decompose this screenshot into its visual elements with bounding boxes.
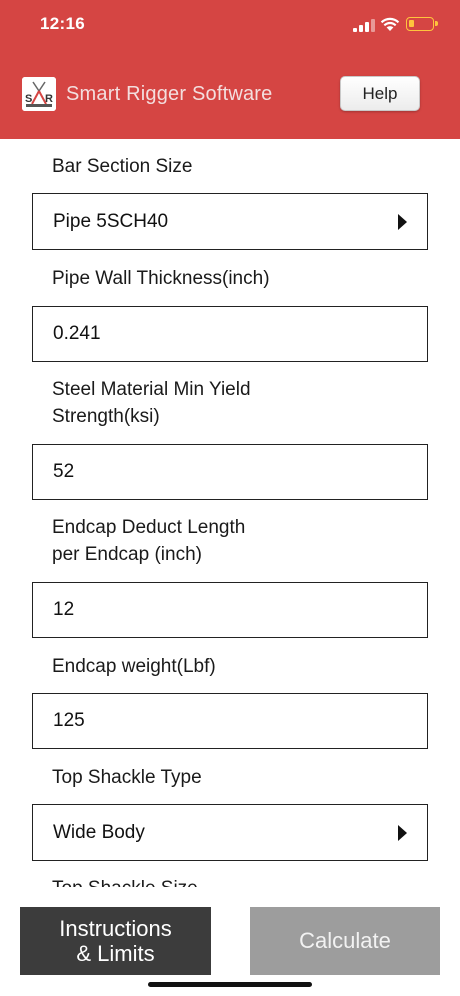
bar-section-size-value: Pipe 5SCH40 <box>53 210 169 232</box>
endcap-deduct-label: Endcap Deduct Length per Endcap (inch) <box>52 514 245 568</box>
steel-yield-label-line1: Steel Material Min Yield <box>52 379 251 400</box>
cellular-signal-icon <box>353 19 375 32</box>
endcap-deduct-value: 12 <box>53 599 75 620</box>
endcap-weight-label: Endcap weight(Lbf) <box>52 656 216 677</box>
bar-section-size-label: Bar Section Size <box>52 156 193 177</box>
help-button[interactable]: Help <box>340 76 420 111</box>
instructions-limits-button[interactable]: Instructions & Limits <box>20 907 211 975</box>
steel-yield-input[interactable]: 52 <box>32 444 428 500</box>
wifi-icon <box>380 17 400 31</box>
pipe-wall-thickness-value: 0.241 <box>53 323 101 344</box>
steel-yield-value: 52 <box>53 461 75 482</box>
top-shackle-type-value: Wide Body <box>53 821 145 843</box>
pipe-wall-thickness-input[interactable]: 0.241 <box>32 306 428 362</box>
status-time: 12:16 <box>40 14 85 33</box>
endcap-weight-input[interactable]: 125 <box>32 693 428 749</box>
svg-text:R: R <box>45 93 53 105</box>
status-bar: 12:16 <box>0 0 460 50</box>
triangle-right-icon <box>398 824 407 841</box>
endcap-deduct-input[interactable]: 12 <box>32 582 428 638</box>
top-shackle-type-select[interactable]: Wide Body <box>32 804 428 861</box>
endcap-weight-value: 125 <box>53 710 85 731</box>
bottom-action-bar: Instructions & Limits Calculate <box>0 887 460 996</box>
top-shackle-size-label: Top Shackle Size <box>52 875 198 887</box>
input-form[interactable]: Bar Section Size Pipe 5SCH40 Pipe Wall T… <box>0 139 460 887</box>
pipe-wall-thickness-label: Pipe Wall Thickness(inch) <box>52 268 270 289</box>
top-shackle-type-label: Top Shackle Type <box>52 767 202 788</box>
calculate-button[interactable]: Calculate <box>250 907 440 975</box>
app-logo-icon: S R <box>22 77 56 111</box>
steel-yield-label: Steel Material Min Yield Strength(ksi) <box>52 376 251 430</box>
svg-text:S: S <box>25 93 32 105</box>
app-title: Smart Rigger Software <box>66 83 273 105</box>
endcap-deduct-label-line2: per Endcap (inch) <box>52 544 202 565</box>
endcap-deduct-label-line1: Endcap Deduct Length <box>52 517 246 538</box>
home-indicator <box>148 982 312 987</box>
triangle-right-icon <box>398 213 407 230</box>
bar-section-size-select[interactable]: Pipe 5SCH40 <box>32 193 428 250</box>
battery-low-icon <box>406 17 438 31</box>
steel-yield-label-line2: Strength(ksi) <box>52 406 160 427</box>
app-header: 12:16 S R Smart Rigger Software Help <box>0 0 460 139</box>
